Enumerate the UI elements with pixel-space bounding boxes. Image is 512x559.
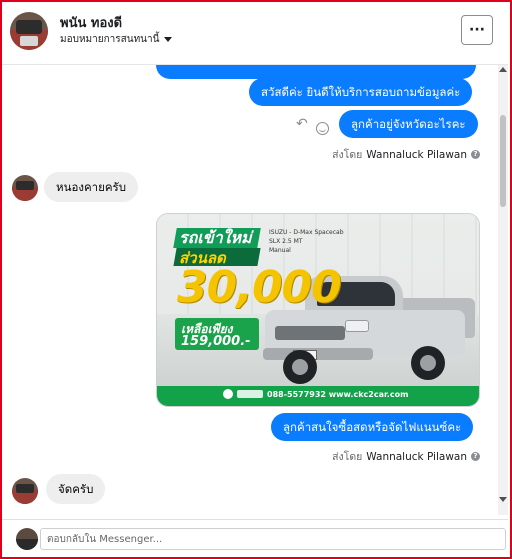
help-icon[interactable]: ?	[471, 150, 480, 159]
caret-down-icon	[164, 37, 173, 42]
reply-icon[interactable]: ↶	[296, 116, 308, 132]
car-advertisement-image[interactable]: รถเข้าใหม่ ส่วนลด ISUZU - D-Max Spacecab…	[156, 213, 480, 407]
outgoing-message[interactable]: ลูกค้าอยู่จังหวัดอะไรคะ	[339, 110, 478, 138]
sent-by-label: ส่งโดย Wannaluck Pilawan ?	[332, 146, 480, 163]
ad-discount-amount: 30,000	[177, 262, 342, 313]
scroll-thumb[interactable]	[500, 115, 506, 207]
sender-name: Wannaluck Pilawan	[366, 450, 467, 463]
ad-contact: 088-5577932 www.ckc2car.com	[267, 390, 409, 399]
incoming-message[interactable]: หนองคายครับ	[44, 172, 139, 202]
sender-name: Wannaluck Pilawan	[366, 148, 467, 161]
conversation-header: พนัน ทองดี มอบหมายการสนทนานี้ ···	[2, 2, 508, 65]
more-icon: ···	[469, 22, 485, 38]
contact-avatar-small[interactable]	[12, 478, 38, 504]
dealer-logo-icon	[223, 389, 233, 399]
help-icon[interactable]: ?	[471, 452, 480, 461]
message-thread: สวัสดีค่ะ ยินดีให้บริการสอบถามข้อมูลค่ะ …	[2, 65, 498, 515]
page-avatar	[16, 528, 38, 550]
contact-avatar[interactable]	[10, 12, 48, 50]
contact-name[interactable]: พนัน ทองดี	[60, 12, 122, 33]
reply-composer: ตอบกลับใน Messenger...	[2, 519, 508, 558]
outgoing-message[interactable]: ลูกค้าสนใจซื้อสดหรือจัดไฟแนนซ์คะ	[271, 413, 474, 441]
reply-input[interactable]: ตอบกลับใน Messenger...	[40, 528, 506, 550]
scroll-down-icon[interactable]	[499, 497, 507, 502]
ad-model-info: ISUZU - D-Max Spacecab SLX 2.5 MT Manual	[269, 229, 344, 254]
thread-scrollbar[interactable]	[498, 65, 508, 515]
incoming-message[interactable]: จัดครับ	[46, 474, 106, 504]
outgoing-message[interactable]: สวัสดีค่ะ ยินดีให้บริการสอบถามข้อมูลค่ะ	[249, 78, 473, 106]
scroll-up-icon[interactable]	[499, 67, 507, 72]
assign-conversation-label: มอบหมายการสนทนานี้	[60, 34, 160, 45]
assign-conversation-dropdown[interactable]: มอบหมายการสนทนานี้	[60, 32, 173, 47]
emoji-icon[interactable]	[316, 122, 329, 135]
more-options-button[interactable]: ···	[461, 15, 493, 45]
ad-price: 159,000.-	[181, 334, 251, 349]
outgoing-message-partial[interactable]	[156, 65, 476, 79]
contact-avatar-small[interactable]	[12, 175, 38, 201]
sent-by-label: ส่งโดย Wannaluck Pilawan ?	[332, 448, 480, 465]
